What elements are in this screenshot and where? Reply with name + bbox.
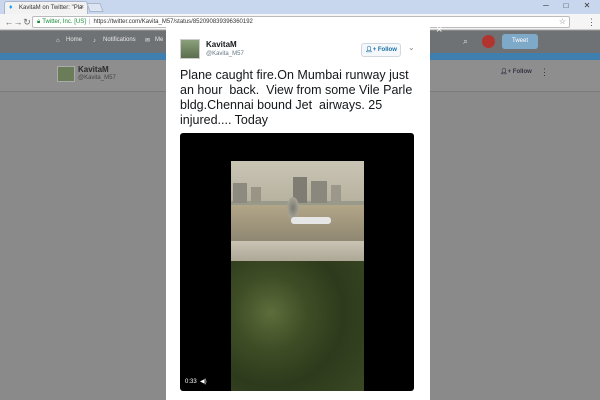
airplane-shape <box>291 217 331 224</box>
chevron-down-icon[interactable]: ⌄ <box>408 43 415 52</box>
reload-icon[interactable]: ↻ <box>22 16 32 28</box>
envelope-icon: ✉ <box>145 38 151 44</box>
video-frame <box>231 161 364 391</box>
browser-menu-icon[interactable]: ⋮ <box>587 16 596 28</box>
follow-user-icon: 👤︎+ <box>500 69 513 75</box>
search-icon[interactable]: ⌕ <box>463 36 468 47</box>
window-maximize-button[interactable]: □ <box>556 0 576 12</box>
bell-icon: ♪ <box>93 38 96 44</box>
tweet-modal: KavitaM @Kavita_M57 👤︎+ Follow ⌄ Plane c… <box>166 27 430 400</box>
tab-close-icon[interactable]: × <box>80 4 84 11</box>
smoke-plume <box>287 197 299 219</box>
video-duration: 0:33 <box>185 379 197 385</box>
profile-name: KavitaM <box>78 65 109 74</box>
url-text: https://twitter.com/Kavita_M57/status/85… <box>93 19 253 25</box>
bookmark-star-icon[interactable]: ☆ <box>559 17 566 27</box>
follow-user-icon: 👤︎+ <box>365 47 378 53</box>
tweet-text: Plane caught fire.On Mumbai runway just … <box>180 68 416 127</box>
home-icon: ⌂ <box>56 38 60 44</box>
nav-notifications[interactable]: ♪ Notifications <box>93 37 136 45</box>
author-avatar[interactable] <box>180 39 200 59</box>
author-handle[interactable]: @Kavita_M57 <box>206 51 244 57</box>
buildings-silhouette <box>233 177 341 203</box>
window-minimize-button[interactable]: ─ <box>536 0 556 12</box>
profile-handle: @Kavita_M57 <box>78 75 116 81</box>
profile-more-icon[interactable]: ⋮ <box>540 67 549 78</box>
window-close-button[interactable]: ✕ <box>577 0 597 12</box>
browser-tab[interactable]: ♦ KavitaM on Twitter: "Pla × <box>4 1 88 14</box>
nav-home[interactable]: ⌂ Home <box>56 37 82 45</box>
author-name[interactable]: KavitaM <box>206 40 237 49</box>
tab-title: KavitaM on Twitter: "Pla <box>19 5 83 11</box>
follow-button[interactable]: 👤︎+ Follow <box>361 43 401 57</box>
video-player[interactable]: 0:33 ◀) <box>180 133 414 391</box>
profile-follow-button[interactable]: 👤︎+ Follow <box>500 68 532 75</box>
browser-tabbar: ♦ KavitaM on Twitter: "Pla × ─ □ ✕ <box>0 0 600 14</box>
new-tab-button[interactable] <box>86 3 104 12</box>
volume-icon[interactable]: ◀) <box>200 378 207 385</box>
user-avatar[interactable] <box>482 35 495 48</box>
profile-avatar[interactable] <box>57 66 75 82</box>
compose-tweet-button[interactable]: Tweet <box>502 34 538 49</box>
lock-icon: 🔒︎ <box>37 19 41 25</box>
twitter-bird-icon: ♦ <box>9 4 13 11</box>
secure-origin-label: Twitter, Inc. [US] <box>42 19 86 25</box>
close-icon[interactable]: × <box>436 24 442 36</box>
nav-messages[interactable]: ✉ Me <box>145 37 163 44</box>
